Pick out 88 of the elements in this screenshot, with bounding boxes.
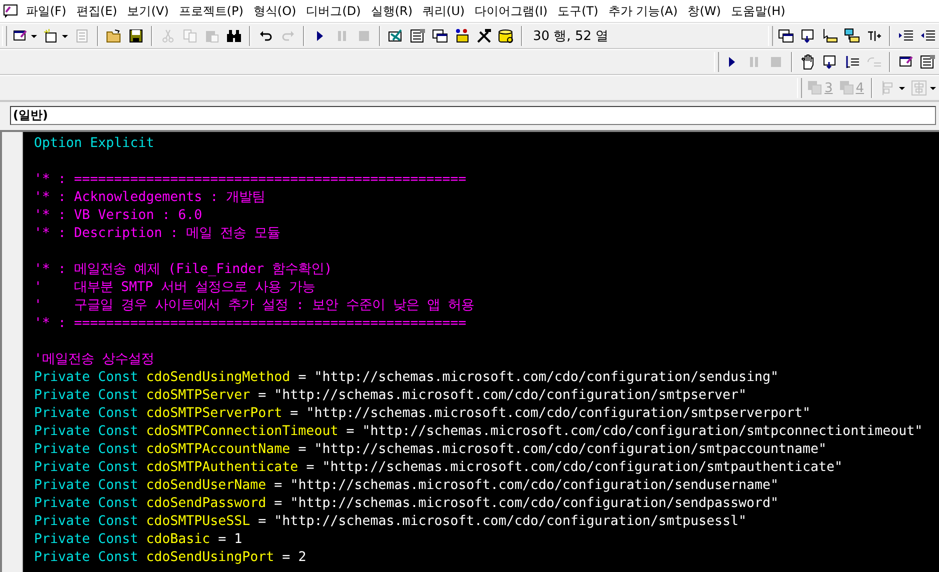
step-over-icon xyxy=(844,54,860,70)
layers-icon xyxy=(838,80,855,96)
code-comment: '* : ================================================= xyxy=(34,315,466,333)
code-keyword: Private Const xyxy=(34,495,140,513)
code-keyword: Option Explicit xyxy=(34,135,154,153)
code-comment: ' 대부분 SMTP 서버 설정으로 사용 가능 xyxy=(34,279,316,297)
code-keyword: Private Const xyxy=(34,369,140,387)
code-comment: '메일전송 상수설정 xyxy=(34,351,154,369)
toolbox-icon xyxy=(454,28,470,44)
code-keyword: Private Const xyxy=(34,531,140,549)
code-comment: '* : ================================================= xyxy=(34,171,466,189)
menu-item[interactable]: 프로젝트(P) xyxy=(174,1,248,21)
code-identifier: cdoBasic xyxy=(146,531,210,549)
code-text: = "http://schemas.microsoft.com/cdo/configuration/smtpserver" xyxy=(257,387,746,405)
database-icon xyxy=(498,28,514,44)
code-keyword: Private Const xyxy=(34,387,140,405)
binoculars-icon xyxy=(226,28,242,44)
code-identifier: cdoSendUsingPort xyxy=(146,549,274,567)
code-identifier: cdoSMTPServer xyxy=(146,387,250,405)
windows-icon xyxy=(432,28,448,44)
menu-item[interactable]: 다이어그램(I) xyxy=(470,1,553,21)
menu-item[interactable]: 파일(F) xyxy=(21,1,72,21)
code-text: = "http://schemas.microsoft.com/cdo/configuration/smtpauthenticate" xyxy=(305,459,843,477)
code-comment: '* : VB Version : 6.0 xyxy=(34,207,202,225)
code-keyword: Private Const xyxy=(34,405,140,423)
code-text: = "http://schemas.microsoft.com/cdo/configuration/smtpconnectiontimeout" xyxy=(345,423,923,441)
code-text: = "http://schemas.microsoft.com/cdo/configuration/smtpaccountname" xyxy=(297,441,827,459)
align-center-icon xyxy=(911,80,927,96)
code-keyword: Private Const xyxy=(34,459,140,477)
code-identifier: cdoSMTPAuthenticate xyxy=(146,459,298,477)
menu-item[interactable]: 형식(O) xyxy=(248,1,302,21)
code-comment: ' 구글일 경우 사이트에서 추가 설정 : 보안 수준이 낮은 앱 허용 xyxy=(34,297,474,315)
object-box-icon xyxy=(844,28,860,44)
code-text: = 1 xyxy=(217,531,242,549)
code-keyword: Private Const xyxy=(34,513,140,531)
code-text: = "http://schemas.microsoft.com/cdo/configuration/smtpusessl" xyxy=(257,513,746,531)
step-into-icon xyxy=(800,28,816,44)
menu-item[interactable]: 도움말(H) xyxy=(726,1,790,21)
step-into-icon xyxy=(822,54,838,70)
code-identifier: cdoSendUsingMethod xyxy=(146,369,290,387)
menu-item[interactable]: 쿼리(U) xyxy=(418,1,470,21)
code-keyword: Private Const xyxy=(34,549,140,567)
word-complete-icon xyxy=(866,28,882,44)
menu-item[interactable]: 디버그(D) xyxy=(301,1,366,21)
code-comment: '* : 메일전송 예제 (File_Finder 함수확인) xyxy=(34,261,332,279)
code-identifier: cdoSMTPServerPort xyxy=(146,405,282,423)
app-icon[interactable] xyxy=(3,3,19,19)
properties-icon xyxy=(920,54,936,70)
code-identifier: cdoSendPassword xyxy=(146,495,266,513)
code-comment: '* : Description : 메일 전송 모듈 xyxy=(34,225,280,243)
cursor-box-icon xyxy=(822,28,838,44)
code-identifier: cdoSMTPConnectionTimeout xyxy=(146,423,338,441)
save-icon xyxy=(128,28,144,44)
menu-item[interactable]: 도구(T) xyxy=(552,1,604,21)
code-text: = "http://schemas.microsoft.com/cdo/configuration/sendusing" xyxy=(297,369,779,387)
menu-item[interactable]: 추가 기능(A) xyxy=(603,1,683,21)
windows-icon xyxy=(778,28,794,44)
scissors-icon xyxy=(160,28,176,44)
stop-icon xyxy=(356,28,372,44)
code-keyword: Private Const xyxy=(34,423,140,441)
layers-icon xyxy=(807,80,824,96)
code-keyword: Private Const xyxy=(34,477,140,495)
code-text: = "http://schemas.microsoft.com/cdo/configuration/sendpassword" xyxy=(273,495,779,513)
object-dropdown[interactable]: (일반) xyxy=(10,106,936,125)
code-comment: '* : Acknowledgements : 개발팀 xyxy=(34,189,266,207)
document-icon xyxy=(74,28,90,44)
menu-item[interactable]: 창(W) xyxy=(682,1,726,21)
module-icon xyxy=(43,28,59,44)
code-identifier: cdoSendUserName xyxy=(146,477,266,495)
menu-item[interactable]: 편집(E) xyxy=(71,1,122,21)
clipboard-icon xyxy=(204,28,220,44)
code-identifier: cdoSMTPAccountName xyxy=(146,441,290,459)
hand-icon xyxy=(800,54,816,70)
redo-icon xyxy=(280,28,296,44)
copy-icon xyxy=(182,28,198,44)
menu-item[interactable]: 보기(V) xyxy=(122,1,174,21)
hammer-wrench-icon xyxy=(476,28,492,44)
code-identifier: cdoSMTPUseSSL xyxy=(146,513,250,531)
folder-icon xyxy=(106,28,122,44)
menu-item[interactable]: 실행(R) xyxy=(366,1,418,21)
code-keyword: Private Const xyxy=(34,441,140,459)
cursor-position: 30 행, 52 열 xyxy=(532,28,610,45)
code-text: = "http://schemas.microsoft.com/cdo/configuration/smtpserverport" xyxy=(289,405,811,423)
stop-icon xyxy=(768,54,784,70)
properties-icon xyxy=(410,28,426,44)
code-text: = 2 xyxy=(281,549,306,567)
design-icon xyxy=(388,28,404,44)
code-text: = "http://schemas.microsoft.com/cdo/configuration/sendusername" xyxy=(273,477,779,495)
